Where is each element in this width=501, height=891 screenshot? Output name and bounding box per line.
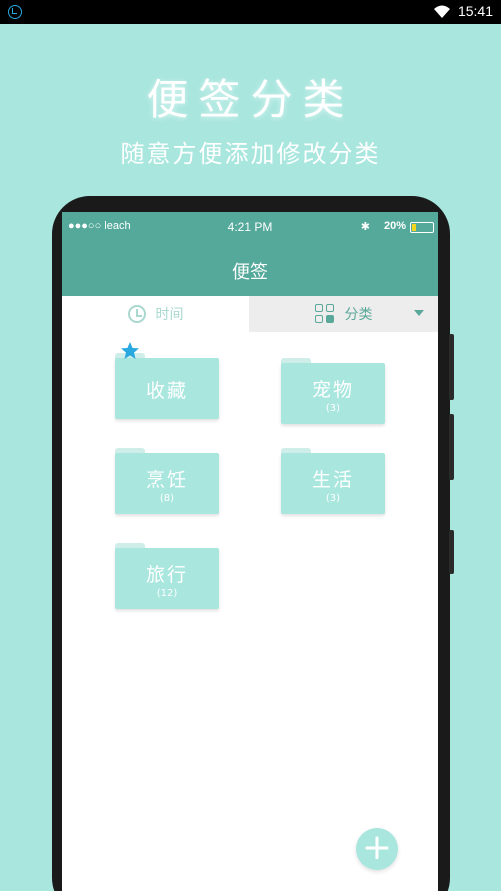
bluetooth-icon: ✱ (360, 221, 370, 233)
phone-screen: ●●●○○ leach 4:21 PM ✱ 20% 便签 时间 分类 收藏 宠物… (62, 212, 438, 891)
folder-cooking[interactable]: 烹饪 (8) (115, 448, 219, 514)
tab-time-label: 时间 (155, 307, 184, 323)
view-tabs: 时间 分类 (62, 296, 438, 332)
ios-status-bar: ●●●○○ leach 4:21 PM ✱ 20% (62, 220, 438, 236)
tab-category-label: 分类 (344, 307, 373, 323)
tab-time[interactable]: 时间 (62, 296, 249, 332)
promo-headline: 便签分类 (146, 75, 355, 124)
folder-favorites[interactable]: 收藏 (115, 342, 219, 419)
battery-percent: 20% (383, 220, 406, 232)
folder-name: 烹饪 (145, 469, 188, 491)
folder-count: (3) (325, 493, 341, 504)
phone-side-button (449, 334, 454, 400)
ios-time: 4:21 PM (227, 220, 273, 234)
app-title: 便签 (232, 262, 268, 283)
folder-count: (8) (159, 493, 175, 504)
wifi-icon (434, 5, 450, 18)
folder-count: (3) (325, 403, 341, 414)
folder-name: 收藏 (145, 380, 188, 402)
promo-subline: 随意方便添加修改分类 (120, 140, 381, 168)
folder-pets[interactable]: 宠物 (3) (281, 358, 385, 424)
folder-name: 旅行 (145, 564, 188, 586)
battery-icon (410, 222, 434, 233)
notification-icon (8, 5, 22, 19)
tab-category[interactable]: 分类 (249, 296, 438, 332)
folder-life[interactable]: 生活 (3) (281, 448, 385, 514)
star-icon (121, 342, 139, 359)
folder-name: 生活 (311, 469, 354, 491)
folder-travel[interactable]: 旅行 (12) (115, 543, 219, 609)
folder-name: 宠物 (311, 379, 354, 401)
folder-count: (12) (156, 588, 178, 599)
add-category-button[interactable]: + (356, 828, 398, 870)
grid-icon (314, 304, 335, 324)
clock-icon (127, 305, 146, 323)
plus-icon: + (361, 827, 393, 868)
phone-side-button (449, 414, 454, 480)
system-time: 15:41 (457, 3, 493, 19)
chevron-down-icon[interactable] (414, 310, 424, 316)
app-header: ●●●○○ leach 4:21 PM ✱ 20% 便签 (62, 212, 438, 296)
phone-side-button (449, 530, 454, 574)
system-status-bar: 15:41 (0, 0, 501, 24)
